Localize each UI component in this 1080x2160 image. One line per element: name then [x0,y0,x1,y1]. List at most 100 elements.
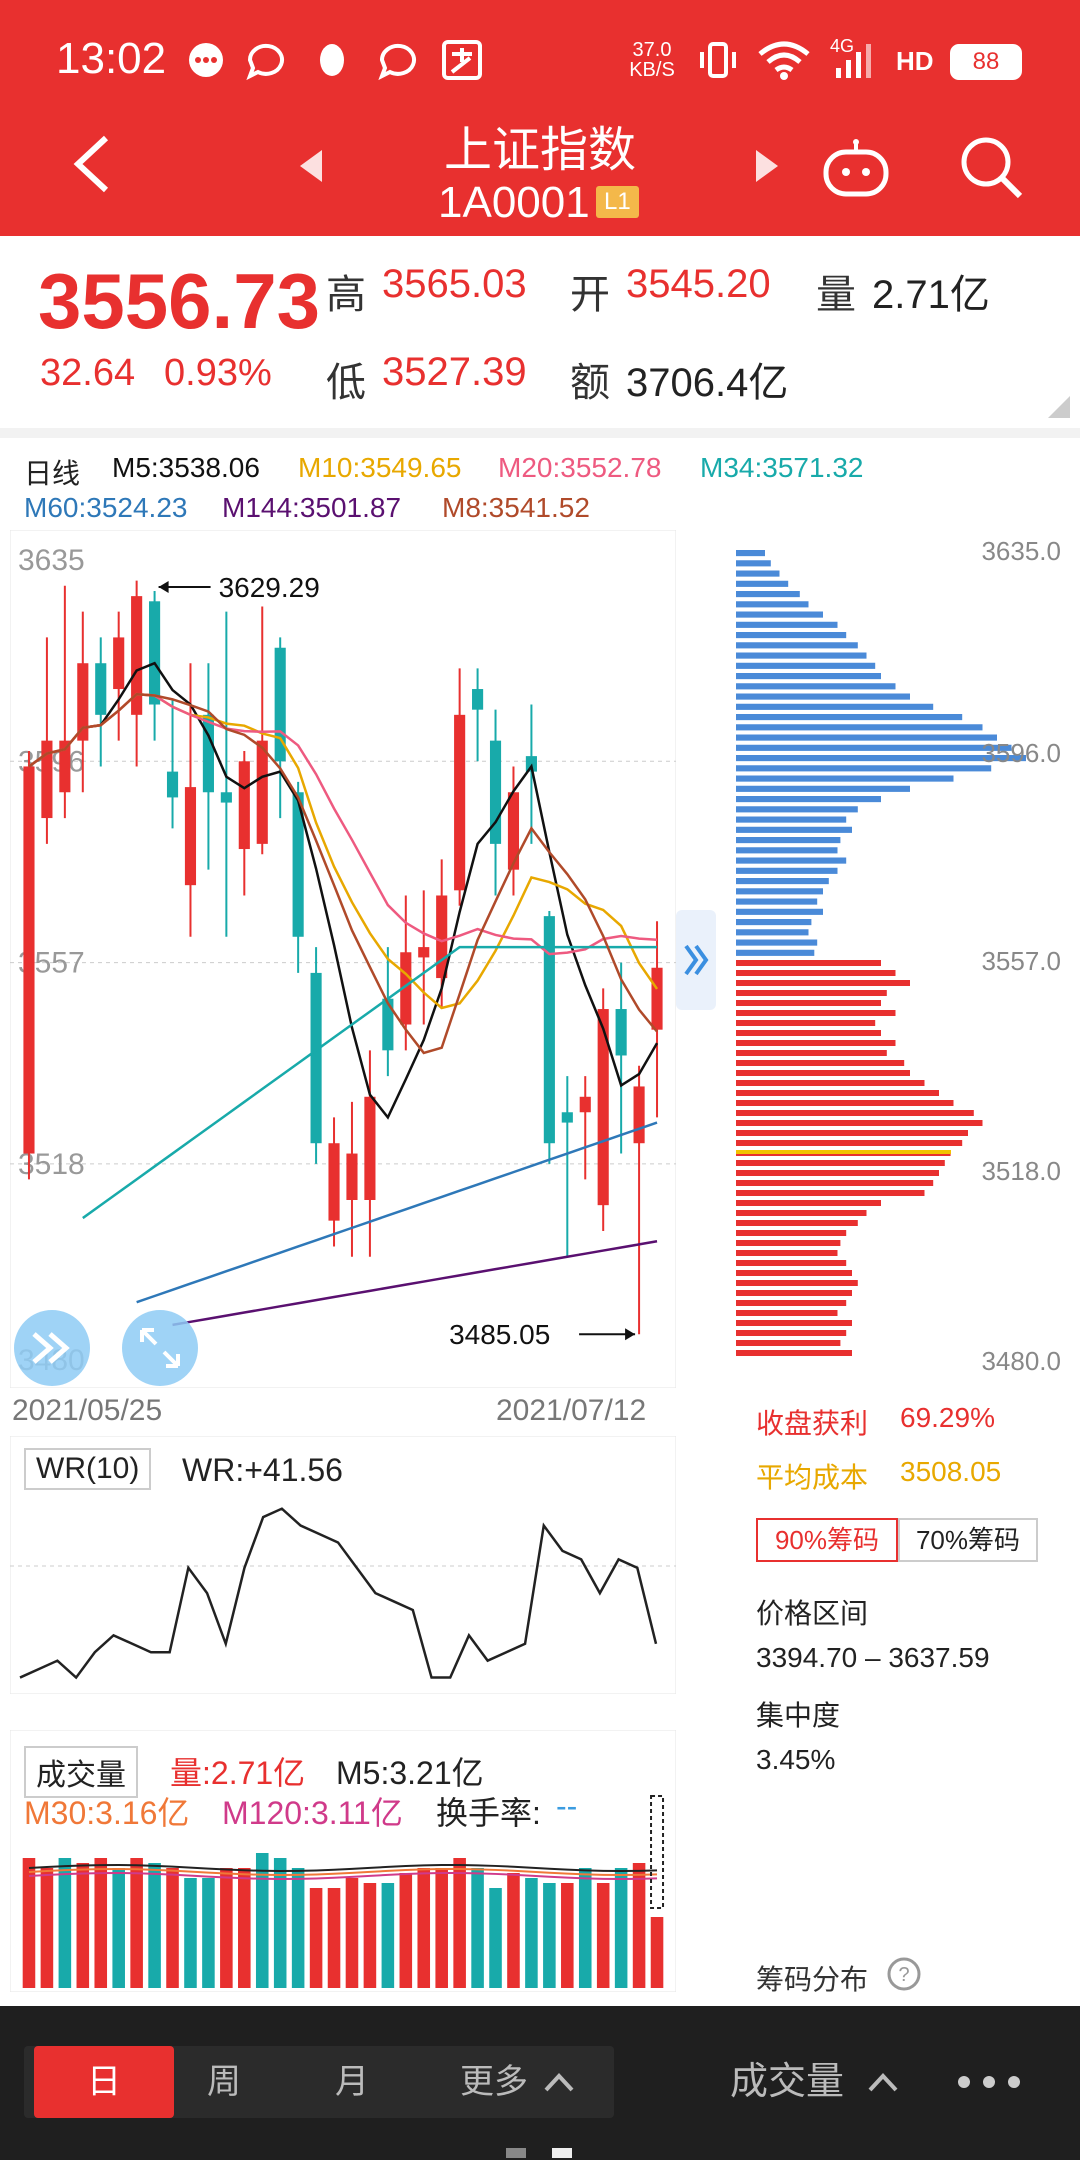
ma-legend-item: M5:3538.06 [112,452,260,483]
chip-bar [736,1260,847,1266]
ma-legend-item: M10:3549.65 [298,452,462,483]
volume-bar [543,1883,556,1988]
ma-legend-item: M60:3524.23 [24,492,188,523]
volume-bar [471,1868,484,1988]
back-icon[interactable] [70,134,114,194]
signal-icon [836,44,871,78]
chip-bar [736,1130,968,1136]
volume-m30: M30:3.16亿 [24,1795,190,1831]
more-options-icon[interactable] [954,2068,1024,2096]
price-range-label: 价格区间 [756,1598,869,1629]
prev-icon[interactable] [296,148,326,184]
chip-bar [736,806,858,813]
help-icon[interactable]: ? [886,1956,922,1992]
chip-bar [736,929,809,936]
low-label: 低 [326,361,366,405]
tab-90-chips[interactable]: 90%筹码 [756,1518,898,1562]
avg-cost-line [736,1150,951,1154]
next-icon[interactable] [752,148,782,184]
volume-m120: M120:3.11亿 [222,1795,403,1831]
page-title: 上证指数 [443,124,636,177]
candle [651,967,663,1030]
chip-bar [736,847,838,854]
chip-tick-label: 3518.0 [981,1156,1061,1186]
concentration-value: 3.45% [756,1744,836,1775]
chip-bar [736,591,800,598]
hd-label: HD [896,46,934,76]
candle [561,1112,573,1123]
corner-expand-icon[interactable] [1048,396,1070,418]
tab-more[interactable]: 更多 [444,2046,544,2118]
tab-day[interactable]: 日 [34,2046,174,2118]
volume-bar [148,1863,161,1988]
chip-bar [736,744,1012,751]
chip-bar [736,611,823,618]
fullscreen-icon[interactable] [120,1308,200,1388]
chip-bar [736,703,934,710]
ma-legend-item: M20:3552.78 [498,452,662,483]
chip-bar [736,1050,887,1056]
chip-tick-label: 3635.0 [981,536,1061,566]
turnover-value: -- [556,1788,578,1824]
chip-bar [736,939,818,946]
fast-forward-icon[interactable] [12,1308,92,1388]
volume-bar [130,1858,143,1988]
volume-bar [489,1888,502,1988]
wr-value: WR:+41.56 [182,1452,343,1488]
chat-bubble-icon [189,43,223,77]
page-indicator [552,2148,572,2158]
chip-bar [736,826,852,833]
chip-distribution-label: 筹码分布 [756,1964,869,1995]
candle [238,761,250,850]
indicator-selector[interactable]: 成交量 [730,2046,844,2118]
chip-tick-label: 3480.0 [981,1346,1061,1375]
volume-bar [291,1868,305,1988]
chip-bar [736,1040,896,1046]
chip-bar [736,796,881,803]
chip-bar [736,1030,881,1036]
chip-bar [736,1310,838,1316]
chevron-up-icon[interactable] [866,2070,900,2094]
wr-label[interactable]: WR(10) [24,1448,152,1490]
chip-bar [736,775,954,782]
ma-legend-item: M8:3541.52 [442,492,590,523]
robot-icon[interactable] [820,138,892,198]
tab-70-chips[interactable]: 70%筹码 [898,1518,1038,1562]
candle [310,972,322,1144]
volume-bar [417,1868,431,1988]
chip-bar [736,1220,858,1226]
chip-bar [736,1250,838,1256]
chip-bar [736,714,963,721]
candle [23,766,35,1154]
tab-month[interactable]: 月 [282,2046,422,2118]
candle [95,663,107,715]
chip-distribution-chart[interactable]: 3635.0 3596.0 3557.0 3518.0 3480.0 [736,530,1066,1375]
chip-bar [736,1320,852,1326]
amount-label: 额 [570,361,610,405]
candle [256,740,268,844]
volume-bar [76,1863,90,1988]
volume-bar [327,1888,341,1988]
high-value: 3565.03 [382,262,527,306]
level-badge: L1 [596,186,639,218]
low-value: 3527.39 [382,350,527,394]
chip-bar [736,785,910,792]
chip-bar [736,1060,905,1066]
chip-bar [736,642,858,649]
candle [328,1143,340,1221]
chip-bar [736,683,896,690]
candle [364,1096,376,1200]
volume-bar [345,1878,359,1988]
search-icon[interactable] [958,134,1024,200]
low-annotation: 3485.05 [449,1319,550,1350]
volume-bar [561,1883,574,1988]
candlestick-chart[interactable]: 363535963557351834803629.293485.05 [10,530,676,1388]
chip-bar [736,1070,910,1076]
chip-bar [736,1080,925,1086]
chevron-up-icon[interactable] [542,2070,576,2094]
volume-bar [435,1868,448,1988]
tab-week[interactable]: 周 [154,2046,294,2118]
chip-bar [736,908,823,915]
chip-bar [736,1090,939,1096]
expand-panel-icon[interactable] [676,910,716,1010]
